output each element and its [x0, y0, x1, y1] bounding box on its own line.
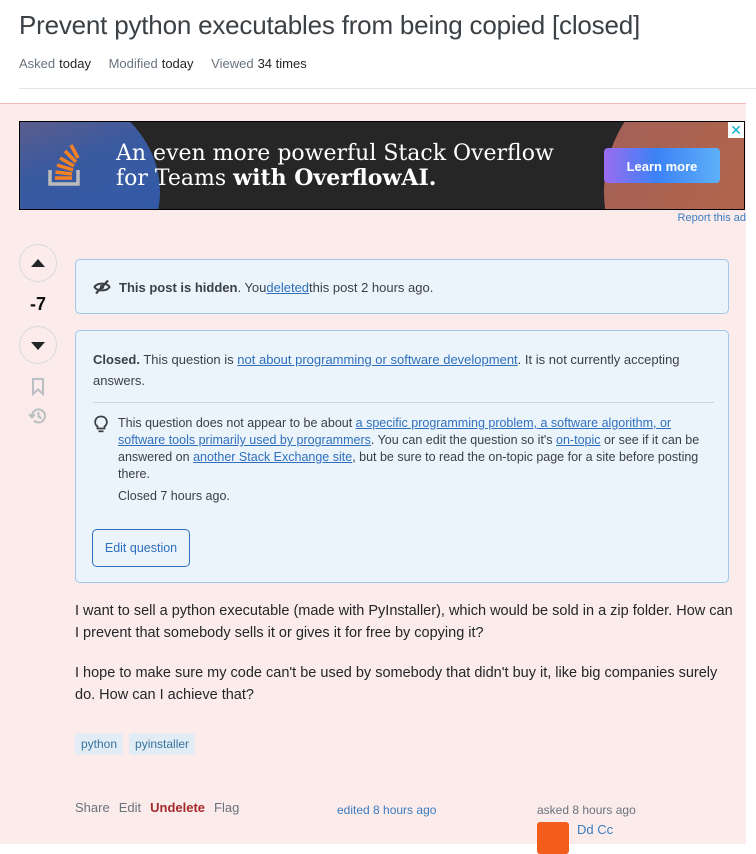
- ad-banner[interactable]: An even more powerful Stack Overflow for…: [19, 121, 745, 210]
- report-ad-link[interactable]: Report this ad: [678, 212, 746, 224]
- arrow-down-icon: [31, 342, 45, 350]
- edited-time-link[interactable]: edited 8 hours ago: [337, 803, 436, 817]
- closed-reason: This question does not appear to be abou…: [118, 415, 712, 483]
- modified-value[interactable]: today: [162, 56, 194, 71]
- share-link[interactable]: Share: [75, 800, 110, 815]
- bookmark-icon[interactable]: [31, 378, 45, 396]
- close-ad-icon[interactable]: ✕: [728, 122, 744, 138]
- hidden-post-notice: This post is hidden. You deleted this po…: [75, 259, 729, 314]
- hidden-notice-title: This post is hidden: [119, 279, 238, 295]
- viewed-value: 34 times: [257, 56, 307, 71]
- asked-label: Asked: [19, 56, 56, 71]
- asked-time: asked 8 hours ago: [537, 803, 636, 817]
- ad-line-1: An even more powerful Stack Overflow: [116, 141, 554, 166]
- upvote-button[interactable]: [19, 244, 57, 282]
- lightbulb-icon: [94, 415, 108, 433]
- downvote-button[interactable]: [19, 326, 57, 364]
- closed-notice-header: Closed. This question is not about progr…: [93, 349, 714, 391]
- hidden-notice-text-1: . You: [237, 279, 267, 295]
- question-body-paragraph: I want to sell a python executable (made…: [75, 603, 733, 641]
- closed-notice: Closed. This question is not about progr…: [75, 330, 729, 583]
- tag-list: python pyinstaller: [75, 733, 196, 755]
- eye-off-icon: [93, 279, 111, 295]
- flag-link[interactable]: Flag: [214, 800, 239, 815]
- user-avatar[interactable]: [537, 822, 569, 854]
- ad-line-2-plain: for Teams: [116, 166, 234, 191]
- post-actions: Share Edit Undelete Flag: [75, 800, 239, 815]
- undelete-link[interactable]: Undelete: [150, 800, 205, 815]
- question-body-paragraph: I hope to make sure my code can't be use…: [75, 665, 718, 703]
- modified-label: Modified: [108, 56, 158, 71]
- edit-question-button[interactable]: Edit question: [92, 529, 190, 567]
- hidden-notice-text-2: this post 2 hours ago.: [309, 279, 434, 295]
- closed-label: Closed.: [93, 352, 140, 367]
- ad-line-2: for Teams with OverflowAI.: [116, 166, 554, 191]
- off-topic-reason-link[interactable]: not about programming or software develo…: [237, 352, 517, 367]
- tag-pyinstaller[interactable]: pyinstaller: [129, 733, 196, 755]
- stackoverflow-logo-icon: [48, 144, 80, 186]
- divider: [19, 88, 756, 89]
- closed-text-1: This question is: [139, 352, 238, 367]
- history-icon[interactable]: [28, 406, 48, 426]
- closed-time: Closed 7 hours ago.: [118, 489, 230, 503]
- on-topic-link[interactable]: on-topic: [556, 433, 600, 447]
- arrow-up-icon: [31, 259, 45, 267]
- ad-line-2-bold: with OverflowAI.: [233, 165, 437, 191]
- closed-notice-divider: [93, 402, 714, 403]
- reason-text-2: . You can edit the question so it's: [370, 433, 557, 447]
- question-meta: Asked today Modified today Viewed 34 times: [19, 56, 321, 71]
- question-title[interactable]: Prevent python executables from being co…: [19, 10, 640, 41]
- tag-python[interactable]: python: [75, 733, 124, 755]
- vote-score: -7: [29, 294, 46, 314]
- asked-value: today: [59, 56, 91, 71]
- ad-text: An even more powerful Stack Overflow for…: [116, 142, 554, 191]
- learn-more-button[interactable]: Learn more: [604, 148, 720, 183]
- another-site-link[interactable]: another Stack Exchange site: [193, 450, 352, 464]
- deleted-link[interactable]: deleted: [266, 280, 309, 295]
- reason-text-1: This question does not appear to be abou…: [118, 416, 356, 430]
- viewed-label: Viewed: [211, 56, 254, 71]
- edit-link[interactable]: Edit: [119, 800, 141, 815]
